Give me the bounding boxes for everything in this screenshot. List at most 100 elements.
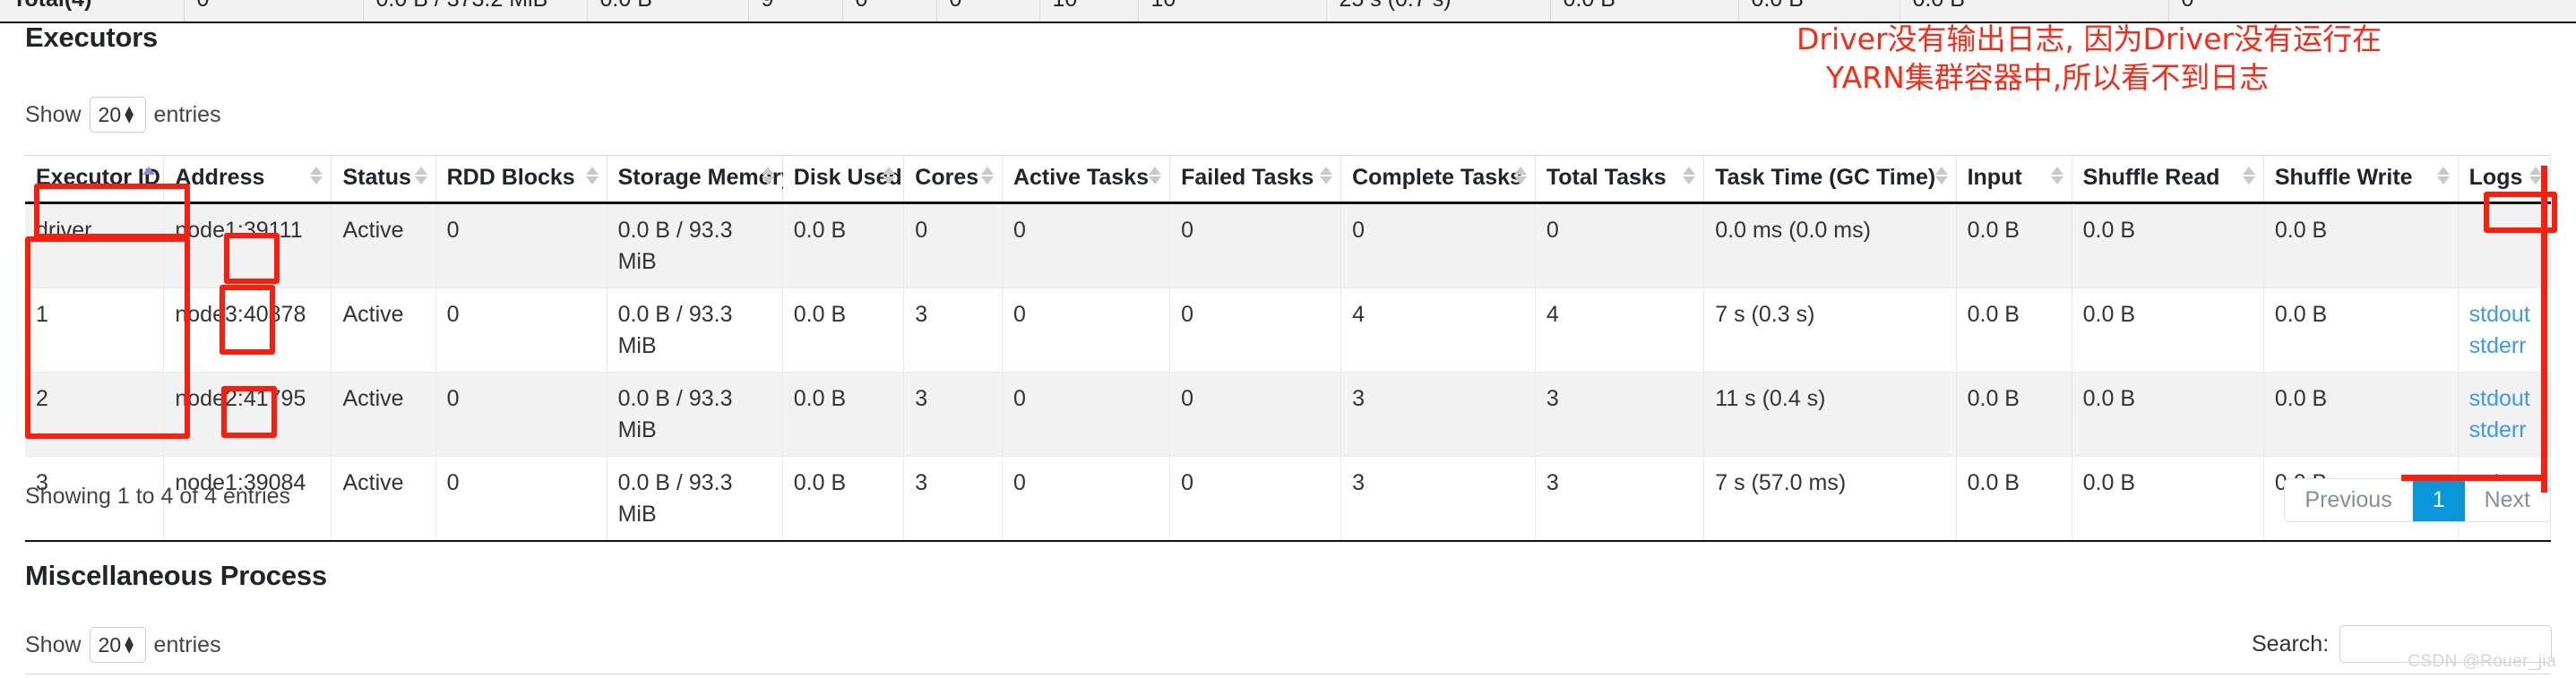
- cell-rdd-blocks: 0: [435, 288, 607, 373]
- header-label: Failed Tasks: [1181, 165, 1314, 190]
- executors-page-length-select[interactable]: 20 ▲ ▼: [89, 97, 146, 133]
- cell-complete-tasks: 3: [1340, 372, 1536, 457]
- sort-arrows-icon: [585, 167, 599, 185]
- cell-active-tasks: 0: [1002, 202, 1171, 288]
- cell-disk-used: 0.0 B: [782, 372, 905, 457]
- sort-arrows-icon: [1683, 167, 1696, 185]
- column-header-executor-id[interactable]: Executor ID: [25, 155, 165, 204]
- sort-arrows-icon: [310, 167, 323, 185]
- cell-task-time: 11 s (0.4 s): [1703, 372, 1957, 457]
- column-header-process-id[interactable]: Process ID: [25, 674, 648, 678]
- header-label: Task Time (GC Time): [1715, 165, 1936, 190]
- search-input[interactable]: [2339, 625, 2553, 663]
- totals-cell: 10: [1138, 0, 1327, 23]
- executors-length-control: Show 20 ▲ ▼ entries: [25, 97, 221, 133]
- cell-status: Active: [331, 202, 436, 288]
- log-link-stdout[interactable]: stdout: [2469, 383, 2539, 415]
- pagination-next-button[interactable]: Next: [2464, 479, 2550, 521]
- executors-header-row: Executor ID Address Status RDD Blocks St…: [25, 155, 2552, 204]
- log-link-stderr[interactable]: stderr: [2469, 330, 2539, 362]
- column-header-rdd-blocks[interactable]: RDD Blocks: [435, 155, 607, 204]
- header-label: Complete Tasks: [1352, 165, 1522, 190]
- cell-total-tasks: 4: [1535, 288, 1705, 373]
- totals-cell: 0: [2168, 0, 2576, 23]
- totals-cell: 0.0 B: [1900, 0, 2169, 23]
- cell-storage-memory: 0.0 B / 93.3 MiB: [607, 456, 783, 542]
- totals-cell: 0.0 B: [1738, 0, 1900, 23]
- column-header-address[interactable]: Address: [163, 155, 332, 204]
- column-header-active-tasks[interactable]: Active Tasks: [1002, 155, 1171, 204]
- pagination-previous-button[interactable]: Previous: [2285, 479, 2413, 521]
- column-header-failed-tasks[interactable]: Failed Tasks: [1169, 155, 1342, 204]
- cell-logs: [2458, 202, 2552, 288]
- column-header-address[interactable]: Address: [648, 674, 1315, 678]
- column-header-status[interactable]: Status: [1315, 674, 1804, 678]
- cell-status: Active: [331, 372, 436, 457]
- cell-failed-tasks: 0: [1169, 372, 1342, 457]
- column-header-total-tasks[interactable]: Total Tasks: [1535, 155, 1705, 204]
- cell-cores: 3: [903, 372, 1003, 457]
- misc-process-table: Process ID Address Status Cores Logs: [25, 674, 2551, 678]
- column-header-storage-memory[interactable]: Storage Memory: [607, 155, 794, 204]
- cell-disk-used: 0.0 B: [782, 288, 905, 373]
- cell-input: 0.0 B: [1956, 372, 2072, 457]
- sort-arrows-icon: [761, 167, 774, 185]
- log-link-stdout[interactable]: stdout: [2469, 299, 2539, 330]
- column-header-status[interactable]: Status: [331, 155, 436, 204]
- totals-cell: 0: [184, 0, 364, 23]
- cell-total-tasks: 0: [1535, 202, 1705, 288]
- cell-total-tasks: 3: [1535, 456, 1705, 542]
- cell-shuffle-write: 0.0 B: [2263, 288, 2459, 373]
- header-label: Cores: [915, 165, 979, 190]
- table-row: 2 node2:41795 Active 0 0.0 B / 93.3 MiB 0.0 B…: [25, 372, 2552, 457]
- cell-shuffle-read: 0.0 B: [2072, 288, 2264, 373]
- sort-arrows-icon: [1513, 167, 1527, 185]
- column-header-shuffle-write[interactable]: Shuffle Write: [2263, 155, 2459, 204]
- sort-arrows-icon: [980, 167, 994, 185]
- totals-cell: 0.0 B: [587, 0, 749, 23]
- column-header-input[interactable]: Input: [1956, 155, 2072, 204]
- misc-page-length-select[interactable]: 20 ▲ ▼: [89, 627, 146, 663]
- totals-cell: 0: [842, 0, 937, 23]
- column-header-cores[interactable]: Cores: [903, 155, 1003, 204]
- executors-section-title: Executors: [25, 21, 159, 53]
- page-length-value: 20: [98, 632, 122, 657]
- annotation-text-line-1: Driver没有输出日志, 因为Driver没有运行在: [1796, 21, 2382, 56]
- cell-complete-tasks: 0: [1340, 202, 1536, 288]
- cell-address: node3:40878: [163, 288, 332, 373]
- totals-cell: 0.0 B: [1550, 0, 1739, 23]
- page-length-value: 20: [98, 102, 122, 126]
- cell-shuffle-write: 0.0 B: [2263, 372, 2459, 457]
- header-label: Executor ID: [36, 165, 160, 190]
- pagination-page-1-button[interactable]: 1: [2412, 479, 2465, 521]
- cell-address: node2:41795: [163, 372, 332, 457]
- cell-complete-tasks: 3: [1340, 456, 1536, 542]
- totals-cell: 25 s (0.7 s): [1326, 0, 1551, 23]
- search-label: Search:: [2252, 631, 2330, 657]
- sort-arrows-icon: [2529, 167, 2542, 185]
- cell-input: 0.0 B: [1956, 202, 2072, 288]
- totals-cell: 0: [936, 0, 1040, 23]
- cell-failed-tasks: 0: [1169, 456, 1342, 542]
- column-header-logs[interactable]: Logs: [2238, 674, 2551, 678]
- cell-disk-used: 0.0 B: [782, 202, 905, 288]
- cell-storage-memory: 0.0 B / 93.3 MiB: [607, 372, 783, 457]
- header-label: Address: [175, 165, 265, 190]
- executors-table: Executor ID Address Status RDD Blocks St…: [25, 155, 2552, 542]
- sort-arrows-icon: [2050, 167, 2063, 185]
- totals-cell: 9: [748, 0, 843, 23]
- column-header-disk-used[interactable]: Disk Used: [782, 155, 905, 204]
- column-header-complete-tasks[interactable]: Complete Tasks: [1340, 155, 1536, 204]
- cell-task-time: 7 s (57.0 ms): [1703, 456, 1957, 542]
- cell-cores: 3: [903, 288, 1003, 373]
- column-header-cores[interactable]: Cores: [1804, 674, 2238, 678]
- column-header-shuffle-read[interactable]: Shuffle Read: [2072, 155, 2264, 204]
- log-link-stderr[interactable]: stderr: [2469, 415, 2539, 446]
- column-header-logs[interactable]: Logs: [2458, 155, 2552, 204]
- cell-storage-memory: 0.0 B / 93.3 MiB: [607, 288, 783, 373]
- cell-executor-id: 1: [25, 288, 165, 373]
- show-label: Show: [25, 101, 82, 127]
- header-label: Total Tasks: [1546, 165, 1667, 190]
- column-header-task-time[interactable]: Task Time (GC Time): [1703, 155, 1957, 204]
- table-row: driver node1:39111 Active 0 0.0 B / 93.3 MiB…: [25, 202, 2552, 288]
